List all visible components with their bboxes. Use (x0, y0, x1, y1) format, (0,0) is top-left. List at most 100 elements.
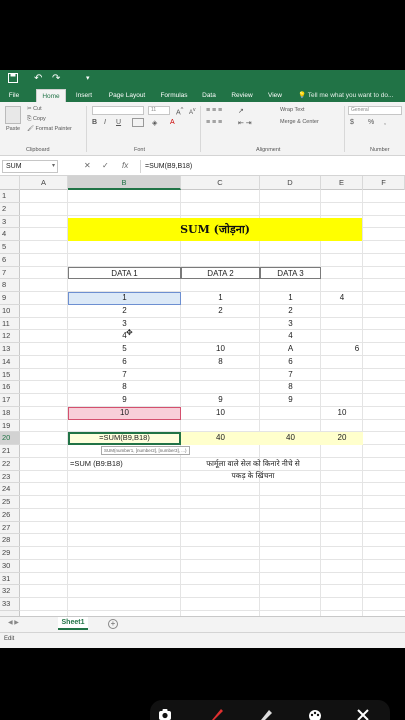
cell-c9[interactable]: 1 (181, 292, 260, 305)
row-header-3[interactable]: 3 (0, 216, 20, 229)
cell-c17[interactable]: 9 (181, 394, 260, 407)
note-drag-instruction[interactable]: फार्मूला वाले सेल को किनारे नीचे से पकड़ … (180, 458, 326, 482)
underline-button[interactable]: U (116, 119, 121, 126)
cell-b10[interactable]: 2 (68, 305, 181, 318)
cell-d13[interactable]: A (260, 343, 321, 356)
row-header-8[interactable]: 8 (0, 279, 20, 292)
enter-icon[interactable]: ✓ (102, 161, 109, 171)
borders-icon[interactable] (132, 118, 144, 127)
cell-d10[interactable]: 2 (260, 305, 321, 318)
cell-b9[interactable]: 1 (68, 292, 181, 305)
currency-button[interactable]: $ (350, 119, 354, 126)
note-sum-range[interactable]: =SUM (B9:B18) (70, 458, 140, 471)
fill-color-icon[interactable]: ◈ (152, 119, 157, 127)
row-header-13[interactable]: 13 (0, 343, 20, 356)
cell-d14[interactable]: 6 (260, 356, 321, 369)
chevron-down-icon[interactable]: ▾ (52, 161, 55, 171)
palette-icon[interactable] (308, 708, 322, 720)
italic-button[interactable]: I (104, 119, 106, 126)
row-header-27[interactable]: 27 (0, 522, 20, 535)
row-header-15[interactable]: 15 (0, 369, 20, 382)
row-header-23[interactable]: 23 (0, 471, 20, 484)
row-header-30[interactable]: 30 (0, 560, 20, 573)
row-header-28[interactable]: 28 (0, 534, 20, 547)
select-all-corner[interactable] (0, 176, 20, 190)
column-header-e[interactable]: E (321, 176, 363, 190)
row-header-4[interactable]: 4 (0, 228, 20, 241)
column-header-a[interactable]: A (20, 176, 68, 190)
row-header-11[interactable]: 11 (0, 318, 20, 331)
cell-d9[interactable]: 1 (260, 292, 321, 305)
decrease-font-icon[interactable]: Av (189, 107, 196, 116)
cancel-icon[interactable]: ✕ (84, 161, 91, 171)
row-header-29[interactable]: 29 (0, 547, 20, 560)
percent-button[interactable]: % (368, 119, 374, 126)
row-header-9[interactable]: 9 (0, 292, 20, 305)
bold-button[interactable]: B (92, 119, 97, 126)
sheet-tab-sheet1[interactable]: Sheet1 (58, 617, 88, 630)
column-header-b[interactable]: B (68, 176, 181, 190)
row-header-2[interactable]: 2 (0, 203, 20, 216)
paste-button[interactable]: Paste (6, 126, 20, 132)
tab-view[interactable]: View (264, 89, 286, 102)
row-header-20[interactable]: 20 (0, 432, 20, 445)
increase-font-icon[interactable]: A^ (176, 107, 183, 116)
tab-insert[interactable]: Insert (70, 89, 98, 102)
row-header-7[interactable]: 7 (0, 267, 20, 280)
row-header-10[interactable]: 10 (0, 305, 20, 318)
undo-icon[interactable]: ↶ (34, 73, 42, 85)
cell-b15[interactable]: 7 (68, 369, 181, 382)
paste-icon[interactable] (5, 106, 21, 124)
redo-icon[interactable]: ↷ (52, 73, 60, 85)
row-header-6[interactable]: 6 (0, 254, 20, 267)
tab-data[interactable]: Data (198, 89, 220, 102)
cell-d20[interactable]: 40 (260, 432, 321, 445)
row-header-19[interactable]: 19 (0, 420, 20, 433)
cell-d11[interactable]: 3 (260, 318, 321, 331)
row-header-5[interactable]: 5 (0, 241, 20, 254)
cell-d16[interactable]: 8 (260, 381, 321, 394)
cell-c11[interactable] (181, 318, 260, 331)
formula-input[interactable]: =SUM(B9,B18) (140, 160, 403, 173)
cell-f13[interactable]: 6 (336, 343, 378, 356)
cell-d17[interactable]: 9 (260, 394, 321, 407)
cell-d18[interactable] (260, 407, 321, 420)
wrap-text-button[interactable]: Wrap Text (280, 107, 305, 113)
cell-e9[interactable]: 4 (321, 292, 363, 305)
tab-file[interactable]: File (4, 89, 24, 102)
cell-c13[interactable]: 10 (181, 343, 260, 356)
row-header-24[interactable]: 24 (0, 483, 20, 496)
tab-home[interactable]: Home (36, 89, 66, 102)
indent-icon[interactable]: ⇤ ⇥ (238, 119, 252, 127)
cell-b13[interactable]: 5 (68, 343, 181, 356)
header-data-1[interactable]: DATA 1 (68, 266, 181, 280)
tell-me-search[interactable]: 💡 Tell me what you want to do... (298, 89, 404, 102)
align-left-icon[interactable]: ≡ ≡ ≡ (206, 119, 222, 126)
chevron-down-icon[interactable]: ▾ (86, 73, 90, 85)
row-header-25[interactable]: 25 (0, 496, 20, 509)
add-sheet-icon[interactable]: + (108, 619, 118, 629)
header-data-2[interactable]: DATA 2 (181, 266, 260, 280)
font-name-select[interactable] (92, 106, 144, 115)
save-icon[interactable] (8, 73, 18, 87)
row-header-12[interactable]: 12 (0, 330, 20, 343)
cell-b16[interactable]: 8 (68, 381, 181, 394)
sheet-nav-arrows[interactable]: ◀ ▶ (8, 619, 19, 626)
row-header-31[interactable]: 31 (0, 573, 20, 586)
row-header-1[interactable]: 1 (0, 190, 20, 203)
row-header-18[interactable]: 18 (0, 407, 20, 420)
format-painter-button[interactable]: 🖌 Format Painter (27, 126, 72, 132)
row-header-32[interactable]: 32 (0, 585, 20, 598)
cell-b18[interactable]: 10 (68, 407, 181, 420)
insert-function-icon[interactable]: fx (122, 161, 128, 171)
align-top-icon[interactable]: ≡ ≡ ≡ (206, 107, 222, 114)
cell-c14[interactable]: 8 (181, 356, 260, 369)
cell-c15[interactable] (181, 369, 260, 382)
worksheet-grid[interactable]: A B C D E F 1 2 3 4 5 6 7 8 9 10 11 12 13 14 15 16 17 18 1… (0, 176, 405, 616)
tab-review[interactable]: Review (228, 89, 256, 102)
orientation-icon[interactable]: ↗ (238, 107, 244, 115)
column-header-f[interactable]: F (363, 176, 405, 190)
row-header-14[interactable]: 14 (0, 356, 20, 369)
column-header-d[interactable]: D (260, 176, 321, 190)
copy-button[interactable]: ⎘ Copy (27, 116, 46, 123)
